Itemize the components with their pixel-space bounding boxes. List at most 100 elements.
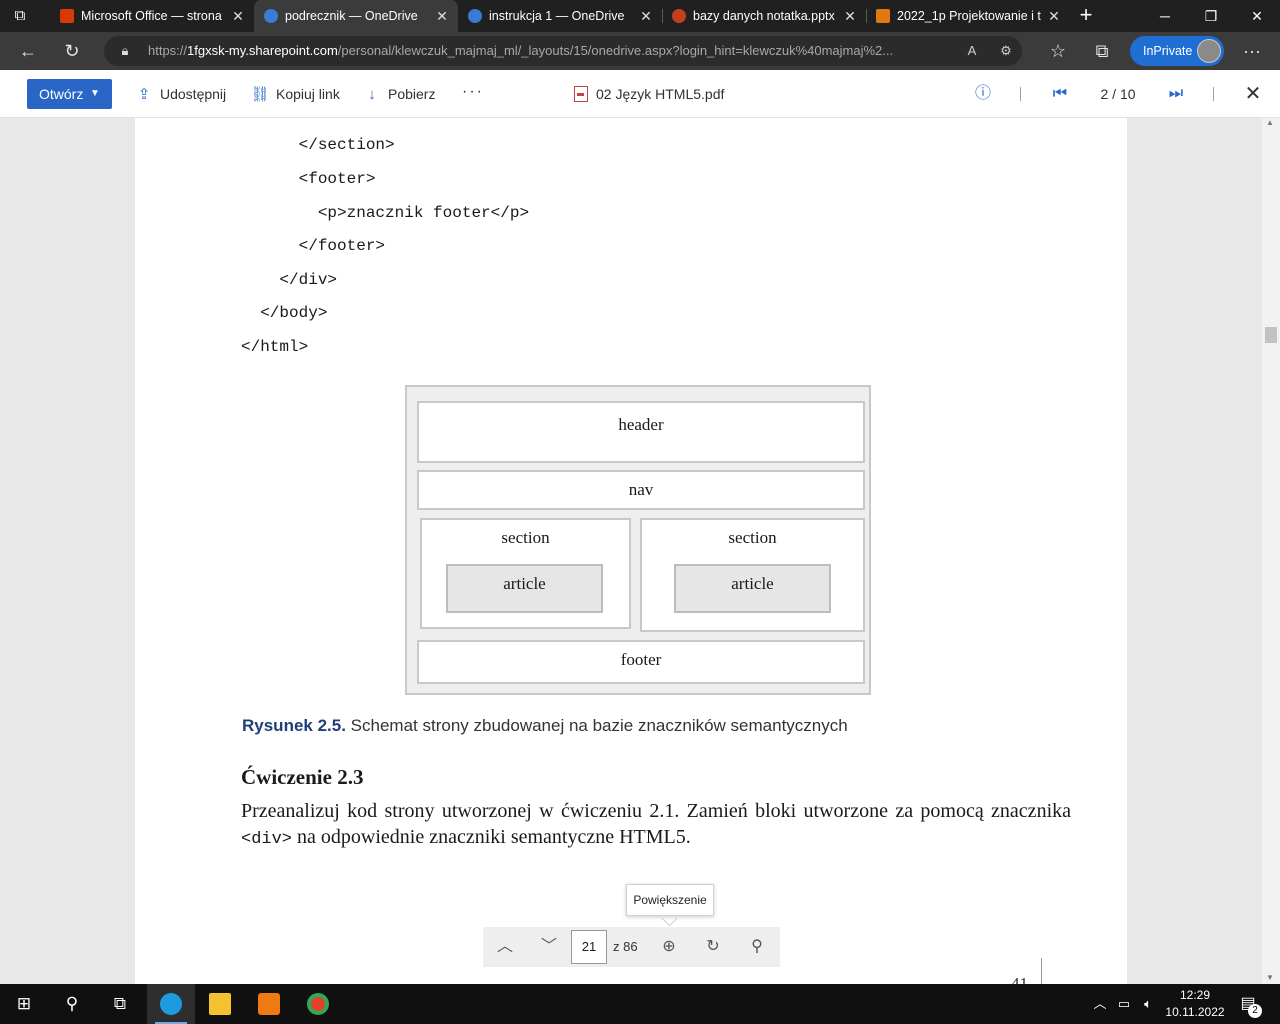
- rotate-icon[interactable]: ↻: [697, 927, 729, 967]
- close-tab-icon[interactable]: ✕: [1046, 0, 1062, 32]
- office-icon: [60, 9, 74, 23]
- browser-tab-strip: ⧉ Microsoft Office — strona ✕ podrecznik…: [0, 0, 1280, 32]
- notification-count: 2: [1248, 1004, 1262, 1018]
- inprivate-button[interactable]: InPrivate: [1130, 36, 1224, 66]
- more-actions-button[interactable]: ···: [462, 70, 484, 118]
- address-bar[interactable]: 🔒︎ https://1fgxsk-my.sharepoint.com/pers…: [104, 36, 1022, 66]
- settings-more-icon[interactable]: ···: [1238, 38, 1266, 64]
- tab-label: podrecznik — OneDrive: [285, 9, 418, 23]
- figure-section-box: section article: [420, 518, 631, 629]
- file-name-label: 02 Język HTML5.pdf: [596, 86, 725, 102]
- browser-tab[interactable]: 2022_1p Projektowanie i t ✕: [866, 0, 1070, 32]
- inprivate-label: InPrivate: [1143, 44, 1193, 58]
- pdf-page: </article> </section> <footer> <p>znaczn…: [135, 118, 1127, 984]
- figure-footer-box: footer: [417, 640, 865, 684]
- volume-muted-icon[interactable]: 🔈︎: [1138, 984, 1158, 1024]
- zoom-in-icon[interactable]: ⊕: [653, 927, 685, 967]
- exercise-title: Ćwiczenie 2.3: [241, 765, 364, 789]
- document-viewer[interactable]: </article> </section> <footer> <p>znaczn…: [0, 118, 1280, 984]
- scroll-up-icon[interactable]: ▲: [1266, 118, 1274, 127]
- taskbar-clock[interactable]: 12:29 10.11.2022: [1160, 987, 1230, 1021]
- info-icon[interactable]: ⓘ: [971, 70, 995, 118]
- item-position: 2 / 10: [1100, 86, 1136, 102]
- url-path: /personal/klewczuk_majmaj_ml/_layouts/15…: [337, 43, 894, 58]
- figure-nav-box: nav: [417, 470, 865, 510]
- read-aloud-icon[interactable]: A: [962, 42, 982, 60]
- next-page-icon[interactable]: ﹀: [533, 927, 565, 967]
- link-icon: ⛓: [250, 86, 270, 103]
- browser-tab[interactable]: bazy danych notatka.pptx ✕: [662, 0, 866, 32]
- last-item-icon[interactable]: ⏭: [1164, 70, 1188, 118]
- refresh-icon[interactable]: ↻: [58, 38, 86, 64]
- pdf-page-toolbar: ︿ ﹀ 21 z 86 ⊕ ↻ ⚲: [483, 927, 780, 967]
- xampp-taskbar-icon[interactable]: [245, 984, 293, 1024]
- browser-tab-active[interactable]: podrecznik — OneDrive ✕: [254, 0, 458, 32]
- xampp-icon: [258, 993, 280, 1015]
- share-label: Udostępnij: [160, 86, 227, 102]
- figure-header-box: header: [417, 401, 865, 463]
- figure-section-label: section: [728, 528, 777, 547]
- tab-label: Microsoft Office — strona: [81, 9, 222, 23]
- clock-date: 10.11.2022: [1165, 1005, 1225, 1019]
- toolbar-divider: [1213, 87, 1214, 101]
- first-item-icon[interactable]: ⏮: [1048, 70, 1072, 118]
- copy-link-button[interactable]: ⛓ Kopiuj link: [250, 70, 339, 118]
- scroll-down-icon[interactable]: ▼: [1266, 973, 1274, 982]
- download-button[interactable]: ↓ Pobierz: [362, 70, 435, 118]
- search-icon[interactable]: ⚲: [48, 984, 96, 1024]
- scrollbar-thumb[interactable]: [1265, 327, 1277, 343]
- folder-icon: [209, 993, 231, 1015]
- chevron-up-icon[interactable]: ︿: [1090, 984, 1110, 1024]
- notifications-icon[interactable]: ▤ 2: [1236, 992, 1262, 1018]
- page-number-input[interactable]: 21: [571, 930, 607, 964]
- windows-start-icon[interactable]: ⊞: [0, 984, 48, 1024]
- page-count-label: z 86: [613, 939, 638, 954]
- toolbar-divider: [1020, 87, 1021, 101]
- figure-section-box: section article: [640, 518, 865, 632]
- browser-tab[interactable]: instrukcja 1 — OneDrive ✕: [458, 0, 662, 32]
- file-explorer-taskbar-icon[interactable]: [196, 984, 244, 1024]
- code-line: </body>: [241, 304, 328, 322]
- code-line-cut: </article>: [275, 118, 371, 122]
- tab-actions-icon[interactable]: ⧉: [10, 6, 30, 26]
- file-name: 02 Język HTML5.pdf: [574, 70, 724, 118]
- edge-taskbar-icon[interactable]: [147, 984, 195, 1024]
- close-tab-icon[interactable]: ✕: [842, 0, 858, 32]
- powerpoint-icon: [672, 9, 686, 23]
- exercise-body: Przeanalizuj kod strony utworzonej w ćwi…: [241, 798, 1071, 853]
- chevron-down-icon: ▼: [90, 88, 100, 99]
- close-window-button[interactable]: ✕: [1234, 0, 1280, 32]
- open-button[interactable]: Otwórz ▼: [27, 79, 112, 109]
- tab-label: bazy danych notatka.pptx: [693, 9, 835, 23]
- search-icon[interactable]: ⚲: [741, 927, 773, 967]
- scrollbar[interactable]: ▲ ▼: [1262, 118, 1280, 984]
- add-extension-icon[interactable]: ⚙: [996, 42, 1016, 60]
- network-icon[interactable]: ▭: [1114, 984, 1134, 1024]
- zoom-tooltip: Powiększenie: [626, 884, 714, 916]
- windows-taskbar: ⊞ ⚲ ⧉ ︿ ▭ 🔈︎ 12:29 10.11.2022 ▤ 2: [0, 984, 1280, 1024]
- chrome-taskbar-icon[interactable]: [294, 984, 342, 1024]
- task-view-icon[interactable]: ⧉: [96, 984, 144, 1024]
- close-tab-icon[interactable]: ✕: [434, 0, 450, 32]
- favorites-icon[interactable]: ☆: [1044, 38, 1072, 64]
- minimize-button[interactable]: ─: [1142, 0, 1188, 32]
- lock-icon[interactable]: 🔒︎: [116, 42, 134, 60]
- figure-caption: Rysunek 2.5. Schemat strony zbudowanej n…: [242, 716, 848, 736]
- pdf-file-icon: [574, 86, 588, 102]
- close-viewer-icon[interactable]: ✕: [1240, 70, 1266, 118]
- figure-section-label: section: [501, 528, 550, 547]
- share-button[interactable]: ⇪ Udostępnij: [134, 70, 226, 118]
- url-text[interactable]: https://1fgxsk-my.sharepoint.com/persona…: [148, 36, 938, 66]
- viewer-toolbar: Otwórz ▼ ⇪ Udostępnij ⛓ Kopiuj link ↓ Pobie…: [0, 70, 1280, 118]
- page-number: 41: [1011, 974, 1028, 984]
- restore-button[interactable]: ❐: [1188, 0, 1234, 32]
- new-tab-button[interactable]: +: [1072, 0, 1100, 32]
- browser-tab[interactable]: Microsoft Office — strona ✕: [50, 0, 254, 32]
- collections-icon[interactable]: ⧉: [1088, 38, 1116, 64]
- back-arrow-icon[interactable]: ←: [14, 38, 42, 64]
- previous-page-icon[interactable]: ︿: [489, 927, 521, 967]
- close-tab-icon[interactable]: ✕: [638, 0, 654, 32]
- code-line: </section>: [241, 136, 395, 154]
- close-tab-icon[interactable]: ✕: [230, 0, 246, 32]
- caption-text: Schemat strony zbudowanej na bazie znacz…: [345, 716, 848, 735]
